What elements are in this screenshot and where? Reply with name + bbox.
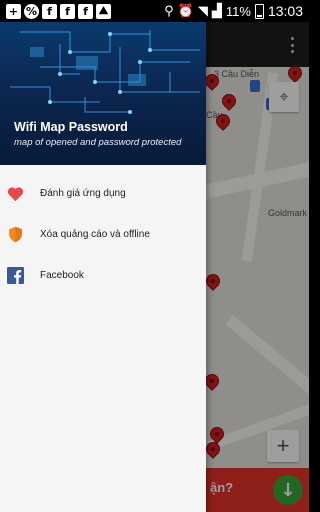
- image-icon: ⛰: [96, 3, 111, 19]
- status-bar: + % f f f ⛰ ⚲ ⏰ ◥ ▟ 11% 13:03: [0, 0, 309, 22]
- app-subtitle: map of opened and password protected: [14, 137, 182, 148]
- battery-percent: 11%: [225, 3, 251, 19]
- notification-icons: + % f f f ⛰: [0, 3, 111, 19]
- facebook-icon: [7, 267, 24, 284]
- percent-icon: %: [24, 3, 39, 19]
- drawer-header: Wifi Map Password map of opened and pass…: [0, 22, 206, 165]
- facebook-icon: f: [42, 3, 57, 19]
- heart-icon: [7, 185, 24, 202]
- app-title: Wifi Map Password: [14, 120, 128, 134]
- alarm-icon: ⏰: [177, 3, 194, 19]
- menu-item-remove-ads[interactable]: Xóa quảng cáo và offline: [0, 214, 206, 255]
- plus-icon: +: [6, 3, 21, 19]
- battery-icon: [254, 3, 264, 19]
- facebook-icon: f: [78, 3, 93, 19]
- system-icons: ⚲ ⏰ ◥ ▟ 11% 13:03: [164, 3, 309, 19]
- signal-icon: ▟: [211, 3, 222, 19]
- menu-item-label: Đánh giá ứng dụng: [40, 188, 126, 199]
- menu-item-facebook[interactable]: Facebook: [0, 255, 206, 296]
- location-icon: ⚲: [164, 3, 174, 19]
- menu-item-label: Facebook: [40, 270, 84, 281]
- navigation-drawer: Wifi Map Password map of opened and pass…: [0, 22, 206, 512]
- drawer-menu: Đánh giá ứng dụng Xóa quảng cáo và offli…: [0, 165, 206, 296]
- menu-item-label: Xóa quảng cáo và offline: [40, 229, 150, 240]
- menu-item-rate-app[interactable]: Đánh giá ứng dụng: [0, 173, 206, 214]
- clock: 13:03: [267, 3, 303, 19]
- wifi-icon: ◥: [197, 3, 208, 19]
- shield-icon: [7, 226, 24, 243]
- facebook-icon: f: [60, 3, 75, 19]
